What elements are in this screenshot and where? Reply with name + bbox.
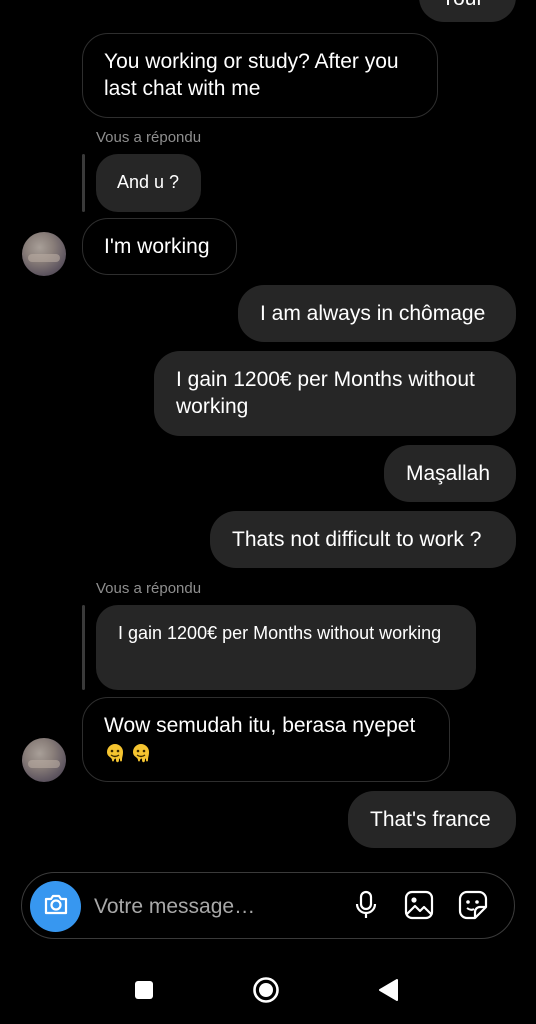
message-outgoing[interactable]: Thats not difficult to work ?: [210, 511, 516, 568]
home-button[interactable]: [248, 974, 284, 1010]
gallery-icon: [403, 889, 435, 926]
message-input[interactable]: [92, 887, 346, 927]
camera-button[interactable]: [30, 881, 81, 932]
message-text: Wow semudah itu, berasa nyepet: [104, 714, 416, 737]
message-text: That's france: [370, 808, 491, 831]
sticker-button[interactable]: [456, 890, 490, 924]
reply-quote-bar: [82, 154, 85, 212]
message-outgoing[interactable]: Maşallah: [384, 445, 516, 502]
reply-caption: Vous a répondu: [96, 580, 202, 597]
back-triangle-icon: [377, 978, 399, 1007]
message-outgoing[interactable]: I am always in chômage: [238, 285, 516, 342]
message-incoming[interactable]: You working or study? After you last cha…: [82, 33, 438, 118]
reply-quote-bar: [82, 605, 85, 690]
melting-face-emoji: [130, 742, 152, 764]
message-outgoing[interactable]: I gain 1200€ per Months without working: [154, 351, 516, 436]
recents-button[interactable]: [126, 974, 162, 1010]
message-text: You working or study? After you last cha…: [104, 50, 399, 100]
message-text: I'm working: [104, 235, 210, 258]
message-incoming[interactable]: Wow semudah itu, berasa nyepet: [82, 697, 450, 782]
message-text: I gain 1200€ per Months without working: [176, 368, 475, 418]
quoted-message[interactable]: I gain 1200€ per Months without working: [96, 605, 476, 690]
message-text: Your: [441, 0, 483, 10]
microphone-button[interactable]: [349, 890, 383, 924]
camera-icon: [42, 890, 70, 923]
back-button[interactable]: [370, 974, 406, 1010]
message-incoming[interactable]: I'm working: [82, 218, 237, 275]
message-text: Thats not difficult to work ?: [232, 528, 482, 551]
contact-avatar[interactable]: [22, 232, 66, 276]
message-outgoing-partial[interactable]: Your: [419, 0, 516, 22]
contact-avatar[interactable]: [22, 738, 66, 782]
message-text: I am always in chômage: [260, 302, 486, 325]
system-navigation-bar: [0, 960, 536, 1024]
quoted-text: I gain 1200€ per Months without working: [118, 623, 442, 643]
reply-caption: Vous a répondu: [96, 129, 202, 146]
square-icon: [134, 980, 154, 1005]
gallery-button[interactable]: [402, 890, 436, 924]
home-circle-icon: [252, 976, 280, 1009]
microphone-icon: [353, 890, 379, 925]
quoted-text: And u ?: [117, 172, 180, 192]
message-composer: [21, 872, 515, 939]
quoted-message[interactable]: And u ?: [96, 154, 201, 212]
sticker-icon: [457, 889, 489, 926]
message-outgoing[interactable]: That's france: [348, 791, 516, 848]
message-text: Maşallah: [406, 462, 491, 485]
melting-face-emoji: [104, 742, 126, 764]
